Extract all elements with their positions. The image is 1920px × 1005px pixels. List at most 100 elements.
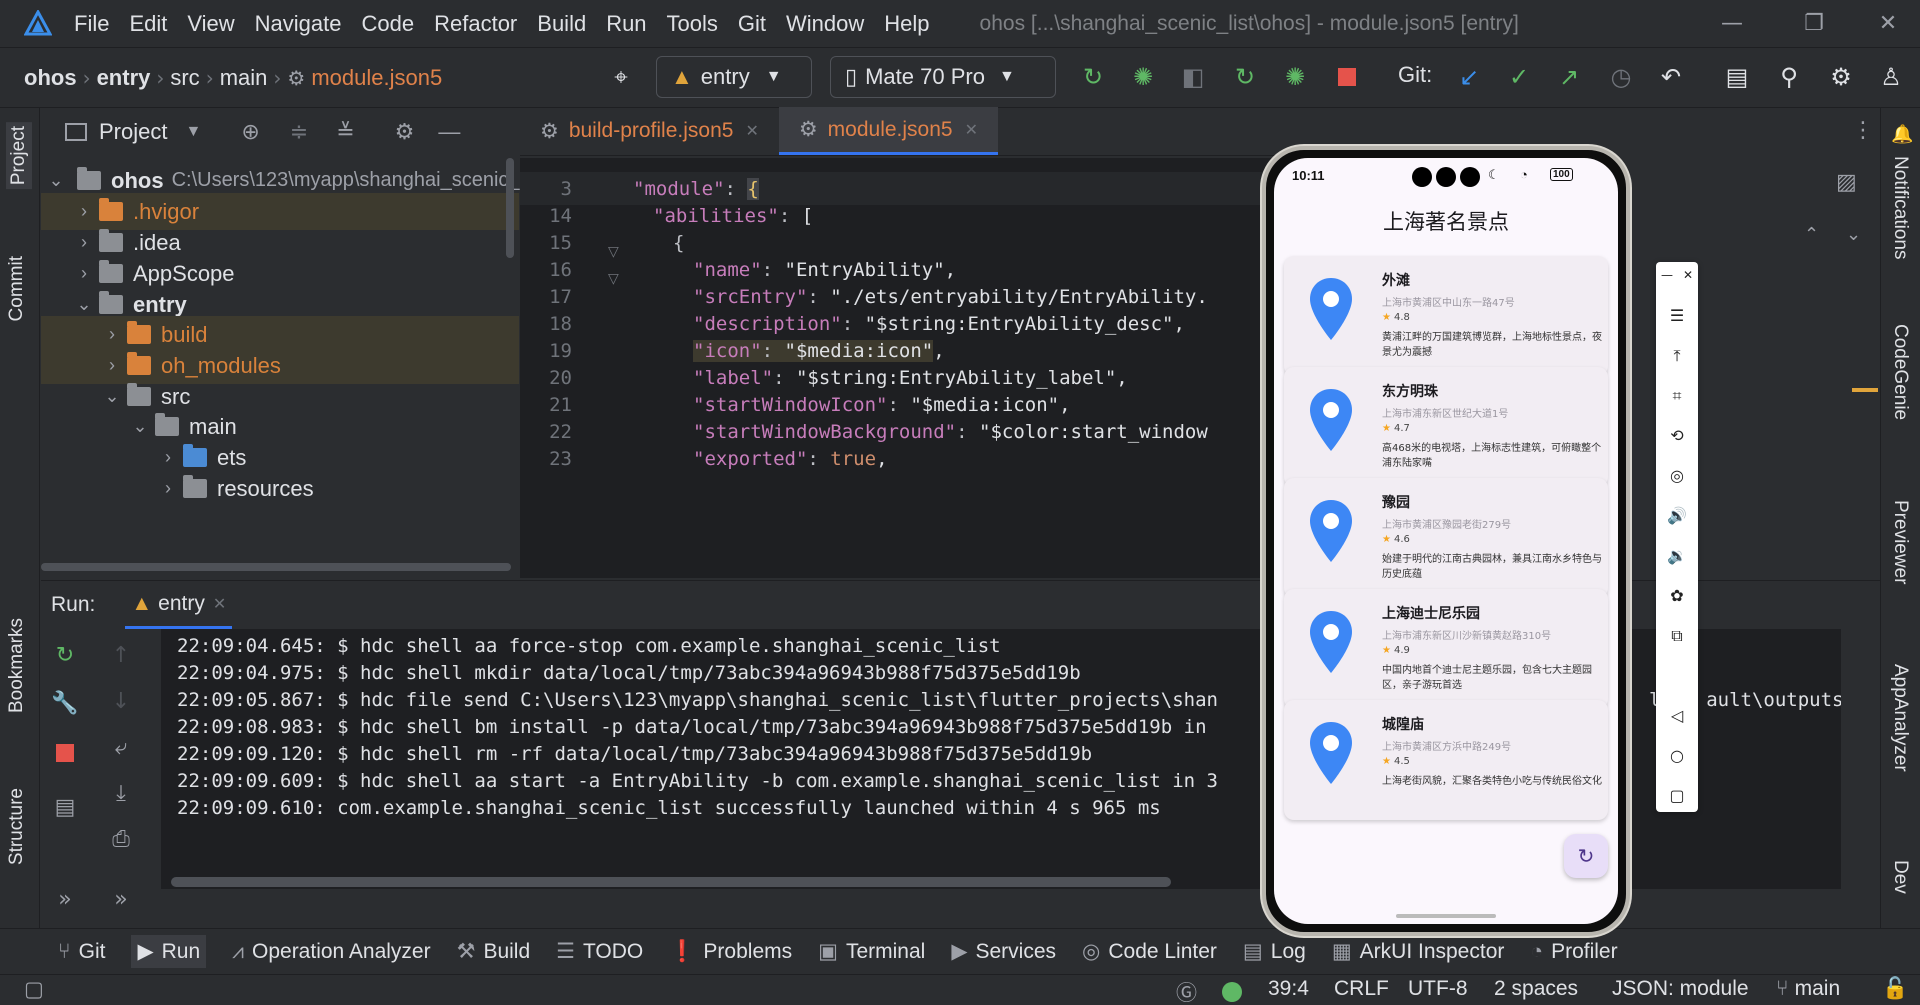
- git-update-icon[interactable]: ↙: [1454, 62, 1484, 92]
- screenshot-icon[interactable]: ◎: [1656, 466, 1698, 485]
- phone-screen[interactable]: 10:11 ☾ ◔ 100 上海著名景点 外滩 上海市黄浦区中山东一路47号 ★…: [1274, 158, 1618, 924]
- tab-appanalyzer[interactable]: AppAnalyzer: [1889, 664, 1911, 772]
- target-icon[interactable]: ⌖: [606, 62, 636, 92]
- tool-terminal[interactable]: ▣ Terminal: [818, 939, 925, 964]
- scenic-card[interactable]: 城隍庙 上海市黄浦区方浜中路249号 ★ 4.5 上海老街风貌，汇聚各类特色小吃与…: [1284, 700, 1608, 820]
- locate-icon[interactable]: ⊕: [241, 119, 259, 145]
- rerun-icon[interactable]: ↻: [1078, 62, 1108, 92]
- back-icon[interactable]: ◁: [1656, 706, 1698, 725]
- tool-run[interactable]: ▶ Run: [131, 935, 207, 968]
- chevron-down-icon[interactable]: ▼: [185, 123, 201, 141]
- tool-profiler[interactable]: ◔ Profiler: [1530, 940, 1617, 964]
- refresh-button[interactable]: ↻: [1564, 834, 1608, 878]
- scenic-card[interactable]: 东方明珠 上海市浦东新区世纪大道1号 ★ 4.7 高468米的电视塔，上海标志性建…: [1284, 367, 1608, 487]
- print-icon[interactable]: ⎙: [101, 821, 141, 857]
- status-ok-icon[interactable]: [1222, 982, 1242, 1002]
- chevron-down-icon[interactable]: ⌄: [1846, 224, 1861, 245]
- tool-arkui-inspector[interactable]: ▦ ArkUI Inspector: [1332, 939, 1505, 964]
- tab-codegenie[interactable]: CodeGenie: [1889, 324, 1911, 420]
- home-icon[interactable]: ○: [1656, 746, 1698, 765]
- tool-todo[interactable]: ☰ TODO: [556, 939, 643, 964]
- tool-log[interactable]: ▤ Log: [1243, 939, 1306, 964]
- crumb-entry[interactable]: entry: [97, 65, 151, 91]
- rerun-icon[interactable]: ↻: [45, 637, 85, 673]
- menu-window[interactable]: Window: [786, 11, 864, 37]
- close-icon[interactable]: ✕: [1874, 10, 1902, 38]
- apply-changes-icon[interactable]: ↻: [1230, 62, 1260, 92]
- close-icon[interactable]: ✕: [745, 121, 758, 141]
- menu-edit[interactable]: Edit: [129, 11, 167, 37]
- tree-hscrollbar[interactable]: [41, 563, 511, 571]
- tab-build-profile[interactable]: ⚙ build-profile.json5 ✕: [520, 107, 779, 155]
- tab-structure[interactable]: Structure: [6, 788, 28, 865]
- tool-problems[interactable]: ❗ Problems: [669, 940, 792, 964]
- home-indicator[interactable]: [1396, 914, 1496, 918]
- debug-icon[interactable]: ✺: [1128, 62, 1158, 92]
- multi-window-icon[interactable]: ⧉: [1656, 626, 1698, 646]
- expand-all-icon[interactable]: ≑: [290, 119, 308, 145]
- fold-icon[interactable]: ✿: [1656, 586, 1698, 605]
- tab-module-json5[interactable]: ⚙ module.json5 ✕: [778, 107, 998, 155]
- run-config-select[interactable]: ▲ entry ▼: [656, 56, 812, 98]
- rotate-icon[interactable]: ⟲: [1656, 426, 1698, 445]
- project-title[interactable]: Project: [99, 119, 167, 145]
- pin-top-icon[interactable]: ⤒: [1656, 346, 1698, 366]
- minimize-icon[interactable]: —: [1661, 268, 1673, 282]
- more-tabs-icon[interactable]: ⋮: [1852, 118, 1874, 143]
- git-push-icon[interactable]: ↗: [1554, 62, 1584, 92]
- image-preview-icon[interactable]: ▨: [1836, 170, 1857, 195]
- crumb-ohos[interactable]: ohos: [24, 65, 77, 91]
- profile-icon[interactable]: ✺: [1280, 62, 1310, 92]
- soft-wrap-icon[interactable]: ⤶: [101, 729, 141, 765]
- menu-view[interactable]: View: [187, 11, 234, 37]
- panel-toggle-icon[interactable]: ▢: [24, 977, 44, 1002]
- console-hscrollbar[interactable]: [171, 877, 1171, 887]
- tool-operation-analyzer[interactable]: ⩘ Operation Analyzer: [232, 940, 430, 964]
- json-schema[interactable]: JSON: module: [1612, 977, 1749, 1001]
- tree-scrollbar[interactable]: [506, 158, 514, 258]
- chevron-up-icon[interactable]: ⌃: [1804, 224, 1819, 245]
- menu-file[interactable]: File: [74, 11, 109, 37]
- history-icon[interactable]: ◷: [1606, 62, 1636, 92]
- menu-icon[interactable]: ☰: [1656, 306, 1698, 325]
- tab-project[interactable]: Project: [6, 122, 32, 190]
- volume-down-icon[interactable]: 🔉: [1656, 546, 1698, 565]
- scenic-card[interactable]: 豫园 上海市黄浦区豫园老街279号 ★ 4.6 始建于明代的江南古典园林，兼具江南…: [1284, 478, 1608, 598]
- close-icon[interactable]: ✕: [213, 594, 226, 614]
- menu-build[interactable]: Build: [537, 11, 586, 37]
- git-commit-icon[interactable]: ✓: [1504, 62, 1534, 92]
- menu-run[interactable]: Run: [606, 11, 646, 37]
- indent-setting[interactable]: 2 spaces: [1494, 977, 1578, 1001]
- collapse-all-icon[interactable]: ≚: [336, 119, 354, 145]
- scenic-card[interactable]: 外滩 上海市黄浦区中山东一路47号 ★ 4.8 黄浦江畔的万国建筑博览群，上海地标…: [1284, 256, 1608, 376]
- crop-icon[interactable]: ⌗: [1656, 386, 1698, 406]
- tool-git[interactable]: ⑂ Git: [58, 940, 105, 964]
- stop-icon[interactable]: [45, 735, 85, 771]
- tab-previewer[interactable]: Previewer: [1889, 500, 1911, 584]
- tab-commit[interactable]: Commit: [6, 256, 28, 321]
- crumb-src[interactable]: src: [170, 65, 199, 91]
- close-icon[interactable]: ✕: [965, 120, 978, 140]
- arrow-up-icon[interactable]: ↑: [101, 637, 141, 673]
- stop-icon[interactable]: [1332, 62, 1362, 92]
- lock-icon[interactable]: 🔓: [1882, 977, 1908, 1001]
- notifications-icon[interactable]: 🔔: [1891, 124, 1913, 145]
- crumb-module-json5[interactable]: module.json5: [311, 65, 442, 91]
- settings-icon[interactable]: ⚙: [395, 119, 415, 145]
- attach-debugger-icon[interactable]: ◧: [1178, 62, 1208, 92]
- tool-build[interactable]: ⚒ Build: [457, 939, 531, 964]
- tab-bookmarks[interactable]: Bookmarks: [6, 618, 28, 713]
- settings-icon[interactable]: ⚙: [1826, 62, 1856, 92]
- volume-up-icon[interactable]: 🔊: [1656, 506, 1698, 525]
- menu-tools[interactable]: Tools: [667, 11, 718, 37]
- menu-code[interactable]: Code: [362, 11, 415, 37]
- wrench-icon[interactable]: 🔧: [45, 685, 85, 721]
- minimize-icon[interactable]: —: [1718, 10, 1746, 38]
- tab-run-entry[interactable]: ▲ entry ✕: [125, 581, 233, 629]
- menu-refactor[interactable]: Refactor: [434, 11, 517, 37]
- account-icon[interactable]: ♙: [1876, 62, 1906, 92]
- more-icon[interactable]: »: [45, 881, 85, 917]
- scroll-to-end-icon[interactable]: ⤓: [101, 775, 141, 811]
- file-encoding[interactable]: UTF-8: [1408, 977, 1468, 1001]
- cursor-position[interactable]: 39:4: [1268, 977, 1309, 1001]
